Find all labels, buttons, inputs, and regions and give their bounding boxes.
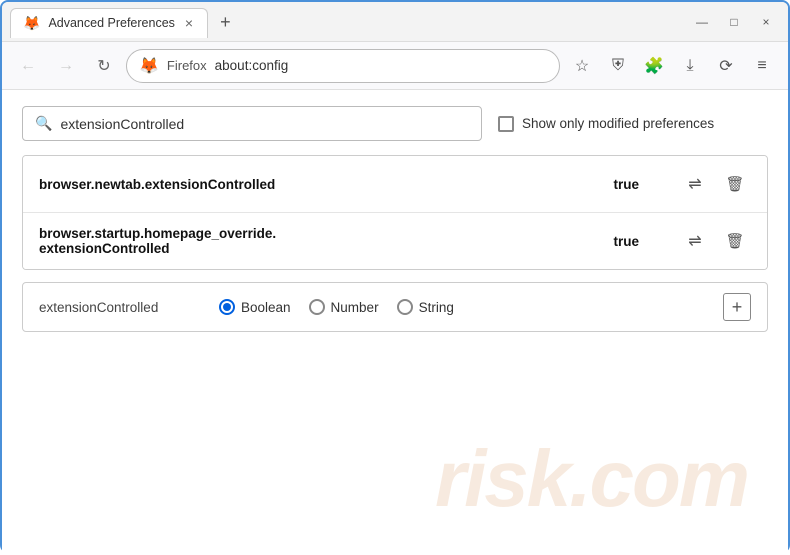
radio-boolean-label: Boolean xyxy=(241,300,291,315)
address-url: about:config xyxy=(215,58,289,73)
radio-boolean-circle xyxy=(219,299,235,315)
history-icon: ⟳ xyxy=(719,56,732,76)
delete-button-2[interactable]: 🗑 xyxy=(719,225,751,257)
delete-button-1[interactable]: 🗑 xyxy=(719,168,751,200)
preferences-table: browser.newtab.extensionControlled true … xyxy=(22,155,768,270)
firefox-logo: 🦊 xyxy=(139,56,159,76)
pref-name-1: browser.newtab.extensionControlled xyxy=(39,177,613,192)
trash-icon-1: 🗑 xyxy=(725,175,744,193)
new-pref-name: extensionControlled xyxy=(39,300,199,315)
new-preference-row: extensionControlled Boolean Number Strin… xyxy=(22,282,768,332)
reload-button[interactable]: ↻ xyxy=(88,50,120,82)
table-row: browser.newtab.extensionControlled true … xyxy=(23,156,767,213)
pref-value-1: true xyxy=(613,177,679,192)
tab-firefox-icon: 🦊 xyxy=(23,15,40,32)
pref-value-2: true xyxy=(613,234,679,249)
trash-icon-2: 🗑 xyxy=(725,232,744,250)
extension-button[interactable]: 🧩 xyxy=(638,50,670,82)
extension-icon: 🧩 xyxy=(644,56,664,76)
search-row: 🔍 extensionControlled Show only modified… xyxy=(22,106,768,141)
nav-icons: ☆ ⛨ 🧩 ⤓ ⟳ ≡ xyxy=(566,50,778,82)
shield-button[interactable]: ⛨ xyxy=(602,50,634,82)
new-tab-button[interactable]: + xyxy=(214,13,237,31)
back-button[interactable]: ← xyxy=(12,50,44,82)
close-button[interactable]: × xyxy=(752,8,780,36)
tab-title: Advanced Preferences xyxy=(48,16,174,30)
reload-icon: ↻ xyxy=(97,56,110,76)
tab-close-button[interactable]: × xyxy=(183,15,195,31)
add-preference-button[interactable]: + xyxy=(723,293,751,321)
search-box[interactable]: 🔍 extensionControlled xyxy=(22,106,482,141)
type-radio-group: Boolean Number String xyxy=(219,299,454,315)
forward-button[interactable]: → xyxy=(50,50,82,82)
content-area: risk.com 🔍 extensionControlled Show only… xyxy=(2,90,788,555)
radio-item-string[interactable]: String xyxy=(397,299,454,315)
pref-actions-1: ⇌ 🗑 xyxy=(679,168,751,200)
pref-name-2-line1: browser.startup.homepage_override. xyxy=(39,226,613,241)
table-row: browser.startup.homepage_override. exten… xyxy=(23,213,767,269)
shield-icon: ⛨ xyxy=(612,57,624,75)
browser-brand: Firefox xyxy=(167,58,207,73)
back-icon: ← xyxy=(20,57,36,75)
menu-icon: ≡ xyxy=(757,57,766,75)
history-button[interactable]: ⟳ xyxy=(710,50,742,82)
radio-number-label: Number xyxy=(331,300,379,315)
radio-string-circle xyxy=(397,299,413,315)
window-controls: — □ × xyxy=(688,8,780,36)
radio-item-number[interactable]: Number xyxy=(309,299,379,315)
radio-item-boolean[interactable]: Boolean xyxy=(219,299,291,315)
toggle-icon-1: ⇌ xyxy=(688,174,701,194)
toggle-button-2[interactable]: ⇌ xyxy=(679,225,711,257)
bookmark-button[interactable]: ☆ xyxy=(566,50,598,82)
toggle-icon-2: ⇌ xyxy=(688,231,701,251)
download-button[interactable]: ⤓ xyxy=(674,50,706,82)
pref-actions-2: ⇌ 🗑 xyxy=(679,225,751,257)
navigation-bar: ← → ↻ 🦊 Firefox about:config ☆ ⛨ 🧩 ⤓ ⟳ ≡ xyxy=(2,42,788,90)
maximize-button[interactable]: □ xyxy=(720,8,748,36)
browser-tab[interactable]: 🦊 Advanced Preferences × xyxy=(10,8,208,38)
radio-string-label: String xyxy=(419,300,454,315)
minimize-button[interactable]: — xyxy=(688,8,716,36)
toggle-button-1[interactable]: ⇌ xyxy=(679,168,711,200)
radio-number-circle xyxy=(309,299,325,315)
search-icon: 🔍 xyxy=(35,115,52,132)
menu-button[interactable]: ≡ xyxy=(746,50,778,82)
search-input[interactable]: extensionControlled xyxy=(60,116,184,132)
address-bar[interactable]: 🦊 Firefox about:config xyxy=(126,49,560,83)
watermark: risk.com xyxy=(435,433,748,525)
show-modified-checkbox[interactable] xyxy=(498,116,514,132)
show-modified-label: Show only modified preferences xyxy=(522,116,714,131)
title-bar: 🦊 Advanced Preferences × + — □ × xyxy=(2,2,788,42)
bookmark-icon: ☆ xyxy=(575,56,589,76)
download-icon: ⤓ xyxy=(686,57,693,75)
forward-icon: → xyxy=(58,57,74,75)
pref-name-2-line2: extensionControlled xyxy=(39,241,613,256)
pref-name-2: browser.startup.homepage_override. exten… xyxy=(39,226,613,256)
show-modified-row: Show only modified preferences xyxy=(498,116,714,132)
